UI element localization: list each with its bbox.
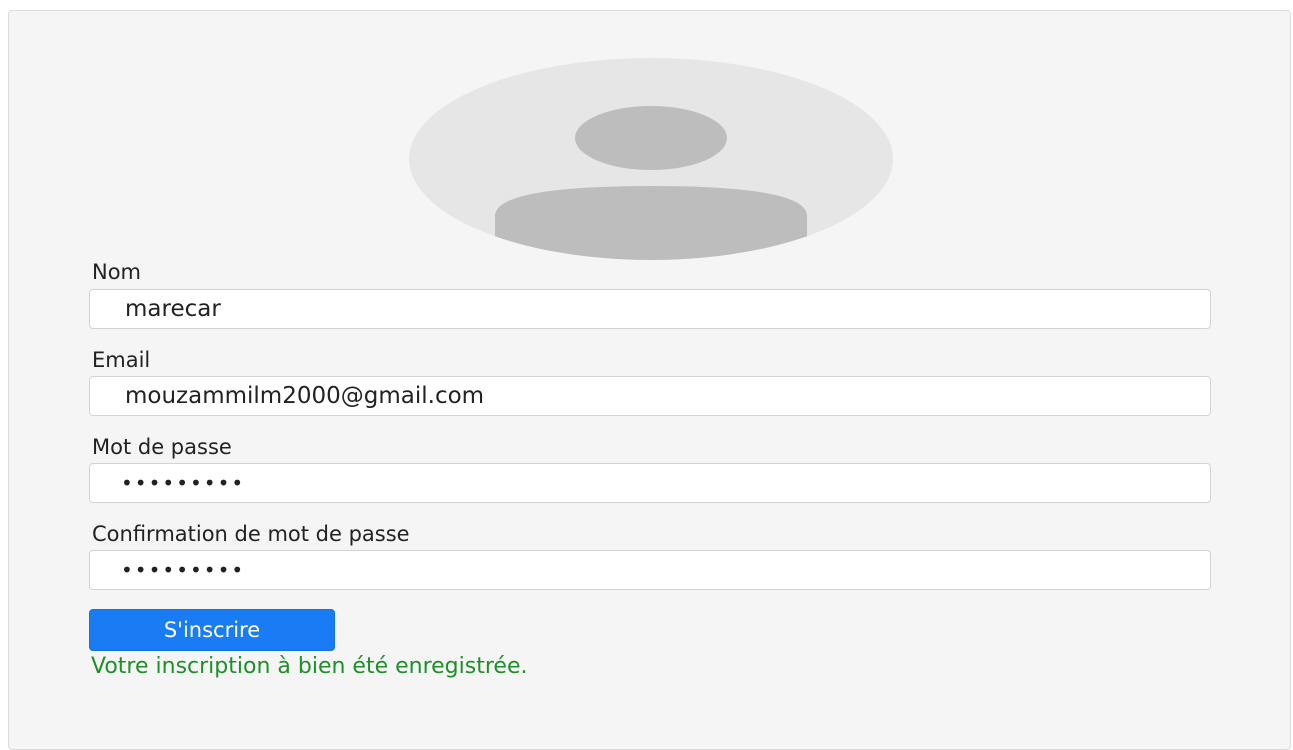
signup-button[interactable]: S'inscrire <box>89 609 335 651</box>
name-label: Nom <box>92 260 142 284</box>
signup-card: Nom Email Mot de passe Confirmation de m… <box>8 10 1291 750</box>
password-field[interactable] <box>89 463 1211 503</box>
password-label: Mot de passe <box>92 435 232 459</box>
password-confirm-label: Confirmation de mot de passe <box>92 522 410 546</box>
avatar <box>409 58 893 260</box>
user-placeholder-icon <box>495 106 807 260</box>
success-message: Votre inscription à bien été enregistrée… <box>91 654 528 679</box>
email-field[interactable] <box>89 376 1211 416</box>
password-confirm-field[interactable] <box>89 550 1211 590</box>
name-field[interactable] <box>89 289 1211 329</box>
email-label: Email <box>92 348 151 372</box>
